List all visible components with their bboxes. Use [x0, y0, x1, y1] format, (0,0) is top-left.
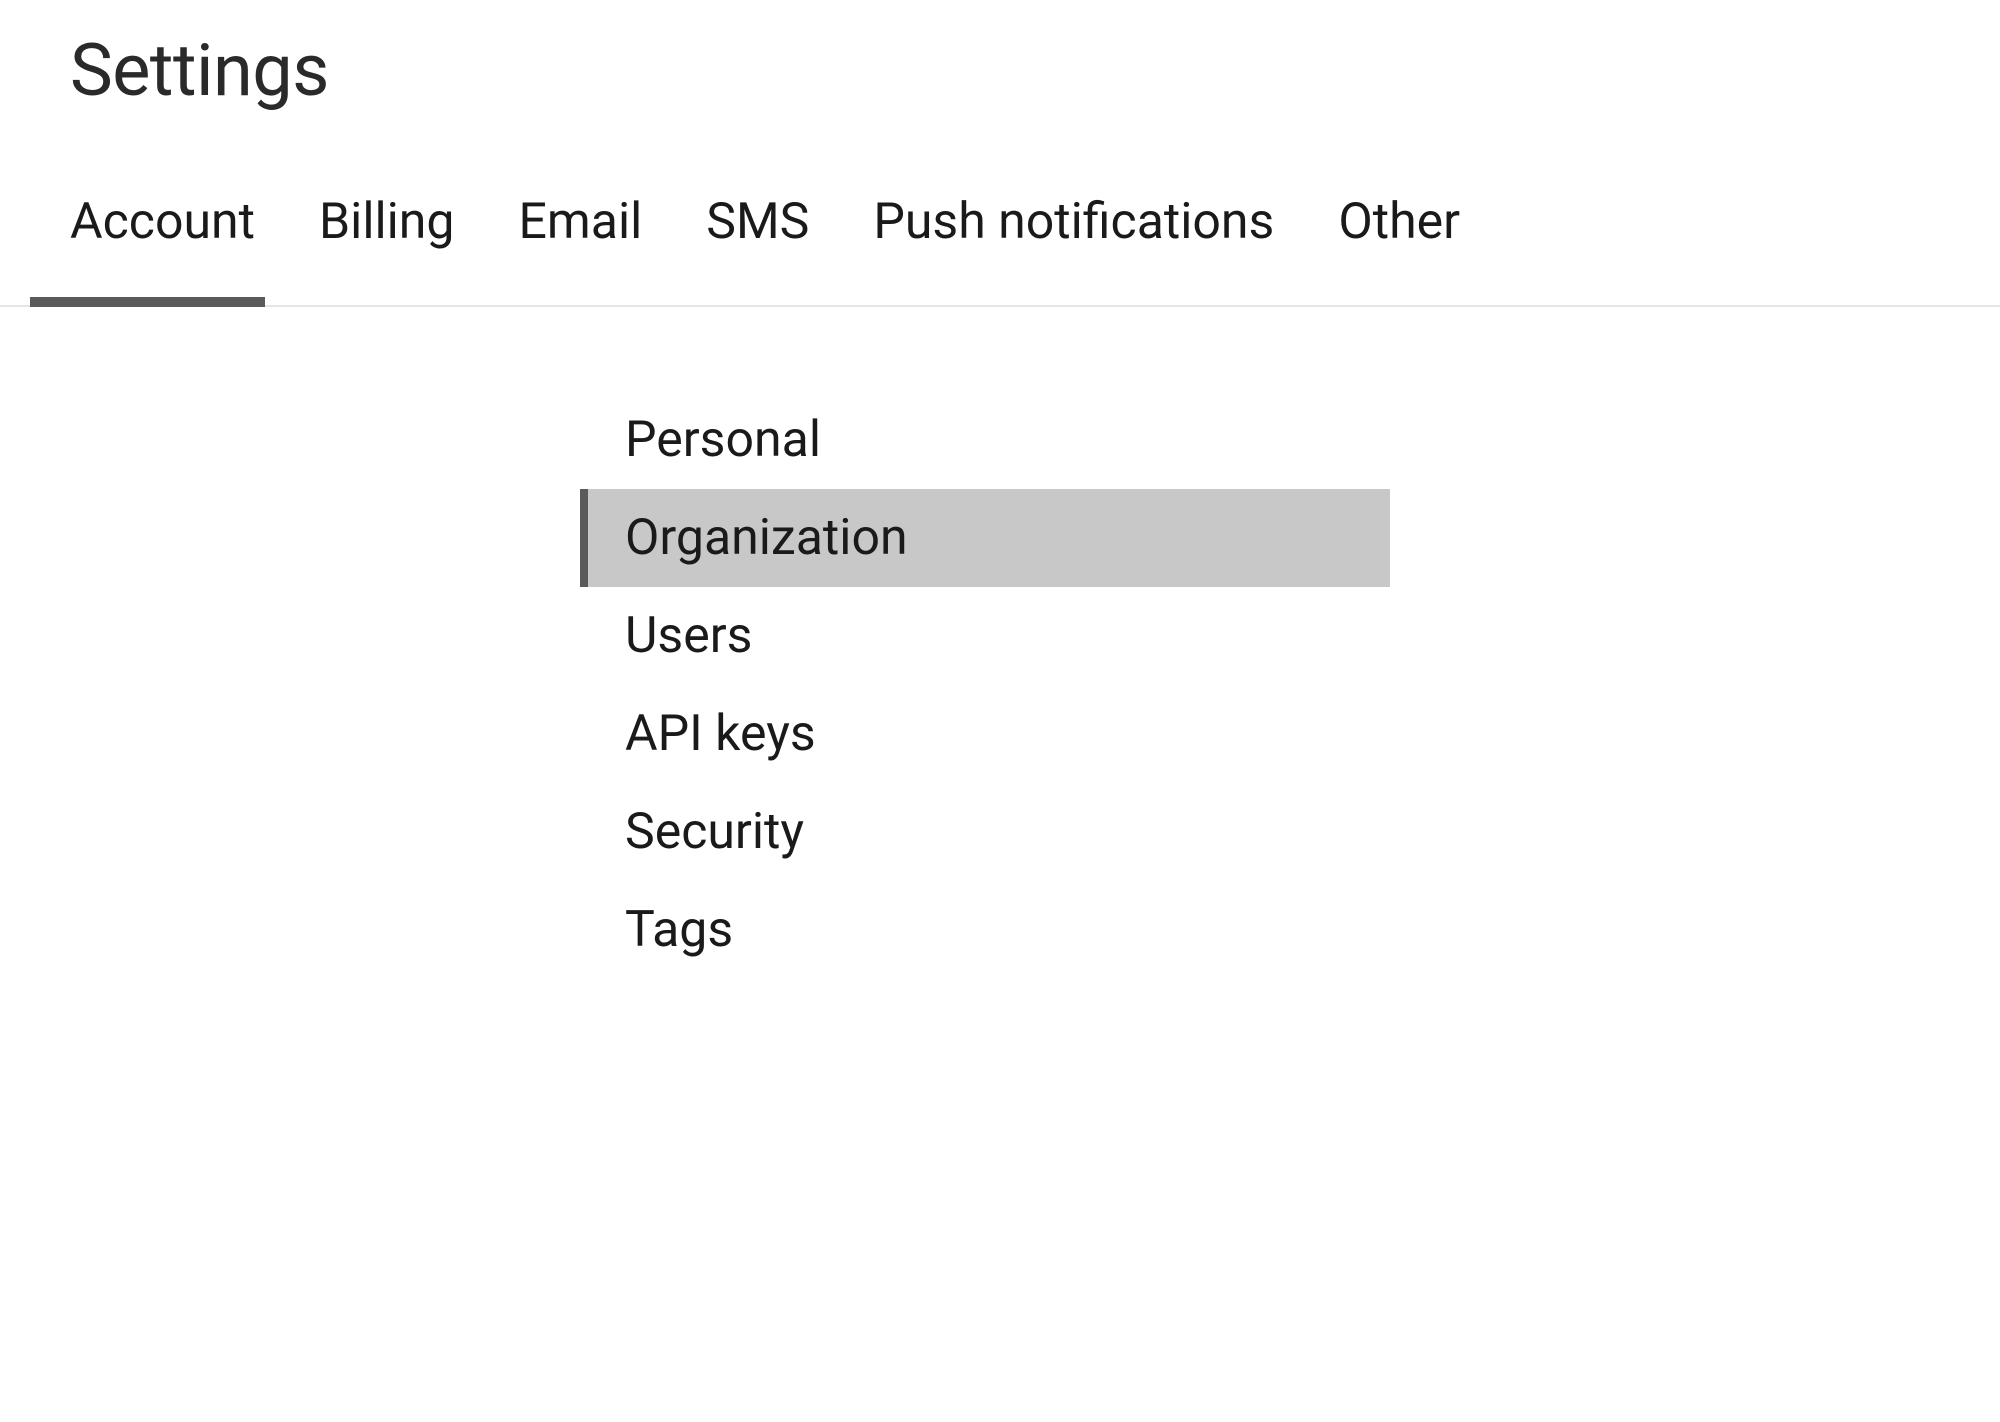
tab-billing[interactable]: Billing [319, 193, 454, 305]
sidebar-item-users[interactable]: Users [580, 587, 1390, 685]
sidebar-item-api-keys[interactable]: API keys [580, 685, 1390, 783]
sidebar-item-tags[interactable]: Tags [580, 881, 1390, 979]
sidebar-item-personal[interactable]: Personal [580, 391, 1390, 489]
sidebar-item-organization[interactable]: Organization [580, 489, 1390, 587]
content-area: Personal Organization Users API keys Sec… [0, 307, 2000, 979]
settings-sidebar: Personal Organization Users API keys Sec… [580, 391, 1390, 979]
tab-sms[interactable]: SMS [706, 193, 809, 305]
page-title: Settings [0, 0, 2000, 113]
tab-other[interactable]: Other [1338, 193, 1460, 305]
tab-email[interactable]: Email [519, 193, 643, 305]
sidebar-item-security[interactable]: Security [580, 783, 1390, 881]
tab-account[interactable]: Account [70, 193, 255, 305]
tab-push-notifications[interactable]: Push notifications [873, 193, 1274, 305]
tabs-nav: Account Billing Email SMS Push notificat… [0, 113, 2000, 307]
